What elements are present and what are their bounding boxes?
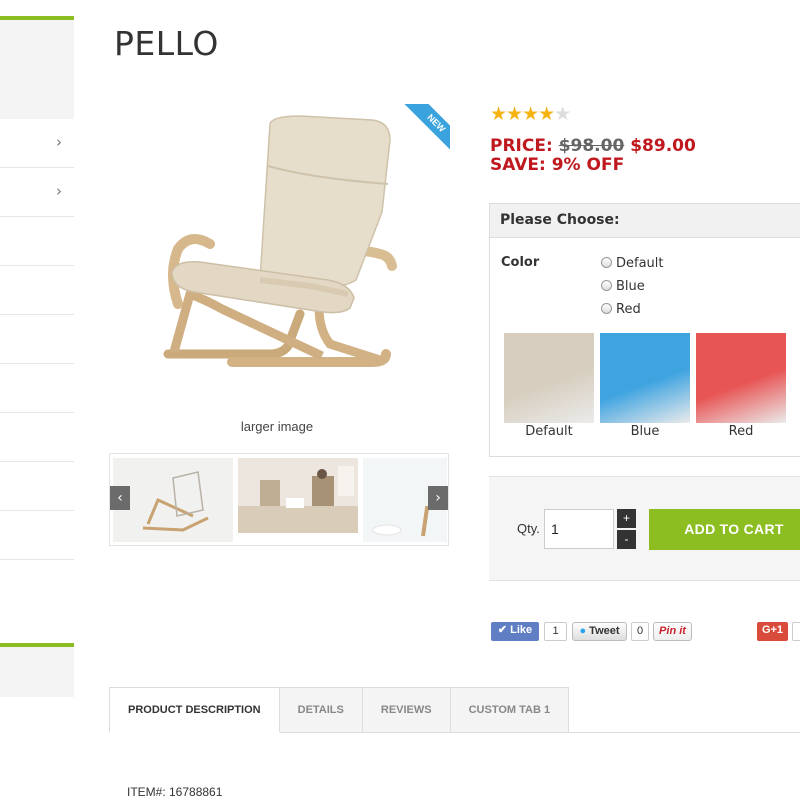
radio-label: Default [616, 256, 664, 271]
product-title: PELLO [114, 24, 219, 63]
thumbs-up-icon: ✔ [497, 624, 508, 636]
star-empty-icon: ★ [554, 103, 571, 125]
qty-increase-button[interactable]: + [617, 509, 636, 528]
twitter-bird-icon: ● [579, 625, 587, 637]
qty-input[interactable] [544, 509, 614, 549]
swatch-red[interactable] [696, 333, 786, 423]
savings-text: SAVE: 9% OFF [490, 155, 625, 175]
like-label: Like [510, 624, 533, 636]
chair-frame-image [113, 458, 233, 542]
add-to-cart-box: Qty. + - ADD TO CART [489, 476, 800, 581]
tweet-label: Tweet [589, 625, 620, 637]
attributes-box: Please Choose: Color Default Blue Red De… [489, 203, 800, 457]
star-icon: ★ [490, 103, 507, 125]
sidebar-item[interactable]: › [0, 168, 74, 217]
new-badge-label: NEW [403, 104, 450, 152]
star-icon: ★ [506, 103, 523, 125]
rating-stars: ★★★★★ [490, 103, 571, 125]
swatch-label: Blue [630, 424, 660, 439]
thumbnail-frame-chair[interactable] [113, 458, 233, 542]
price-line: PRICE: $98.00 $89.00 [490, 136, 696, 156]
tweet-count: 0 [631, 622, 649, 641]
carousel-next-button[interactable]: › [428, 486, 448, 510]
color-attribute-label: Color [501, 255, 540, 270]
new-badge-ribbon: NEW [402, 104, 450, 152]
carousel-prev-button[interactable]: ‹ [110, 486, 130, 510]
radio-label: Blue [616, 279, 645, 294]
qty-decrease-button[interactable]: - [617, 530, 636, 549]
chevron-right-icon: › [56, 133, 62, 151]
color-radio-red[interactable]: Red [601, 302, 641, 317]
thumbnail-carousel: ‹ › [109, 453, 449, 546]
color-radio-default[interactable]: Default [601, 256, 664, 271]
star-icon: ★ [538, 103, 555, 125]
tab-product-description[interactable]: PRODUCT DESCRIPTION [109, 687, 280, 733]
sidebar-header-box [0, 20, 74, 119]
product-tabs: PRODUCT DESCRIPTION DETAILS REVIEWS CUST… [109, 687, 570, 733]
color-radio-blue[interactable]: Blue [601, 279, 645, 294]
tab-details[interactable]: DETAILS [279, 687, 363, 733]
sidebar-item[interactable] [0, 462, 74, 511]
facebook-like-button[interactable]: ✔ Like [491, 622, 539, 641]
swatch-label: Default [525, 424, 573, 439]
chevron-right-icon: › [56, 182, 62, 200]
radio-button[interactable] [601, 302, 612, 314]
swatch-label: Red [728, 424, 754, 439]
sidebar-item[interactable] [0, 315, 74, 364]
larger-image-link[interactable]: larger image [110, 419, 444, 434]
thumbnail-living-room[interactable] [238, 458, 358, 533]
sidebar-item[interactable] [0, 511, 74, 560]
google-plus-count [792, 622, 800, 641]
swatch-blue[interactable] [600, 333, 690, 423]
living-room-image [238, 458, 358, 533]
sale-price: $89.00 [630, 136, 696, 156]
tab-custom-1[interactable]: CUSTOM TAB 1 [450, 687, 570, 733]
google-plus-button[interactable]: G+1 [757, 622, 788, 641]
radio-label: Red [616, 302, 641, 317]
pinterest-button[interactable]: Pin it [653, 622, 692, 641]
qty-label: Qty. [517, 521, 540, 536]
sidebar-item[interactable] [0, 217, 74, 266]
sidebar-item[interactable] [0, 413, 74, 462]
sidebar-item[interactable] [0, 364, 74, 413]
sidebar-footer-box [0, 647, 74, 697]
armchair-image [163, 115, 397, 367]
old-price: $98.00 [558, 136, 625, 156]
attributes-heading: Please Choose: [490, 204, 800, 238]
sidebar-item[interactable]: › [0, 119, 74, 168]
item-number: ITEM#: 16788861 [127, 785, 223, 799]
star-icon: ★ [522, 103, 539, 125]
sidebar-category-list: › › [0, 119, 74, 560]
price-label: PRICE: [490, 136, 553, 156]
swatch-default[interactable] [504, 333, 594, 423]
tweet-button[interactable]: ● Tweet [572, 622, 627, 641]
radio-button[interactable] [601, 279, 612, 291]
like-count: 1 [544, 622, 567, 641]
sidebar-item[interactable] [0, 266, 74, 315]
add-to-cart-button[interactable]: ADD TO CART [649, 509, 800, 550]
tab-reviews[interactable]: REVIEWS [362, 687, 451, 733]
radio-button[interactable] [601, 256, 612, 268]
product-main-image[interactable] [110, 104, 450, 414]
